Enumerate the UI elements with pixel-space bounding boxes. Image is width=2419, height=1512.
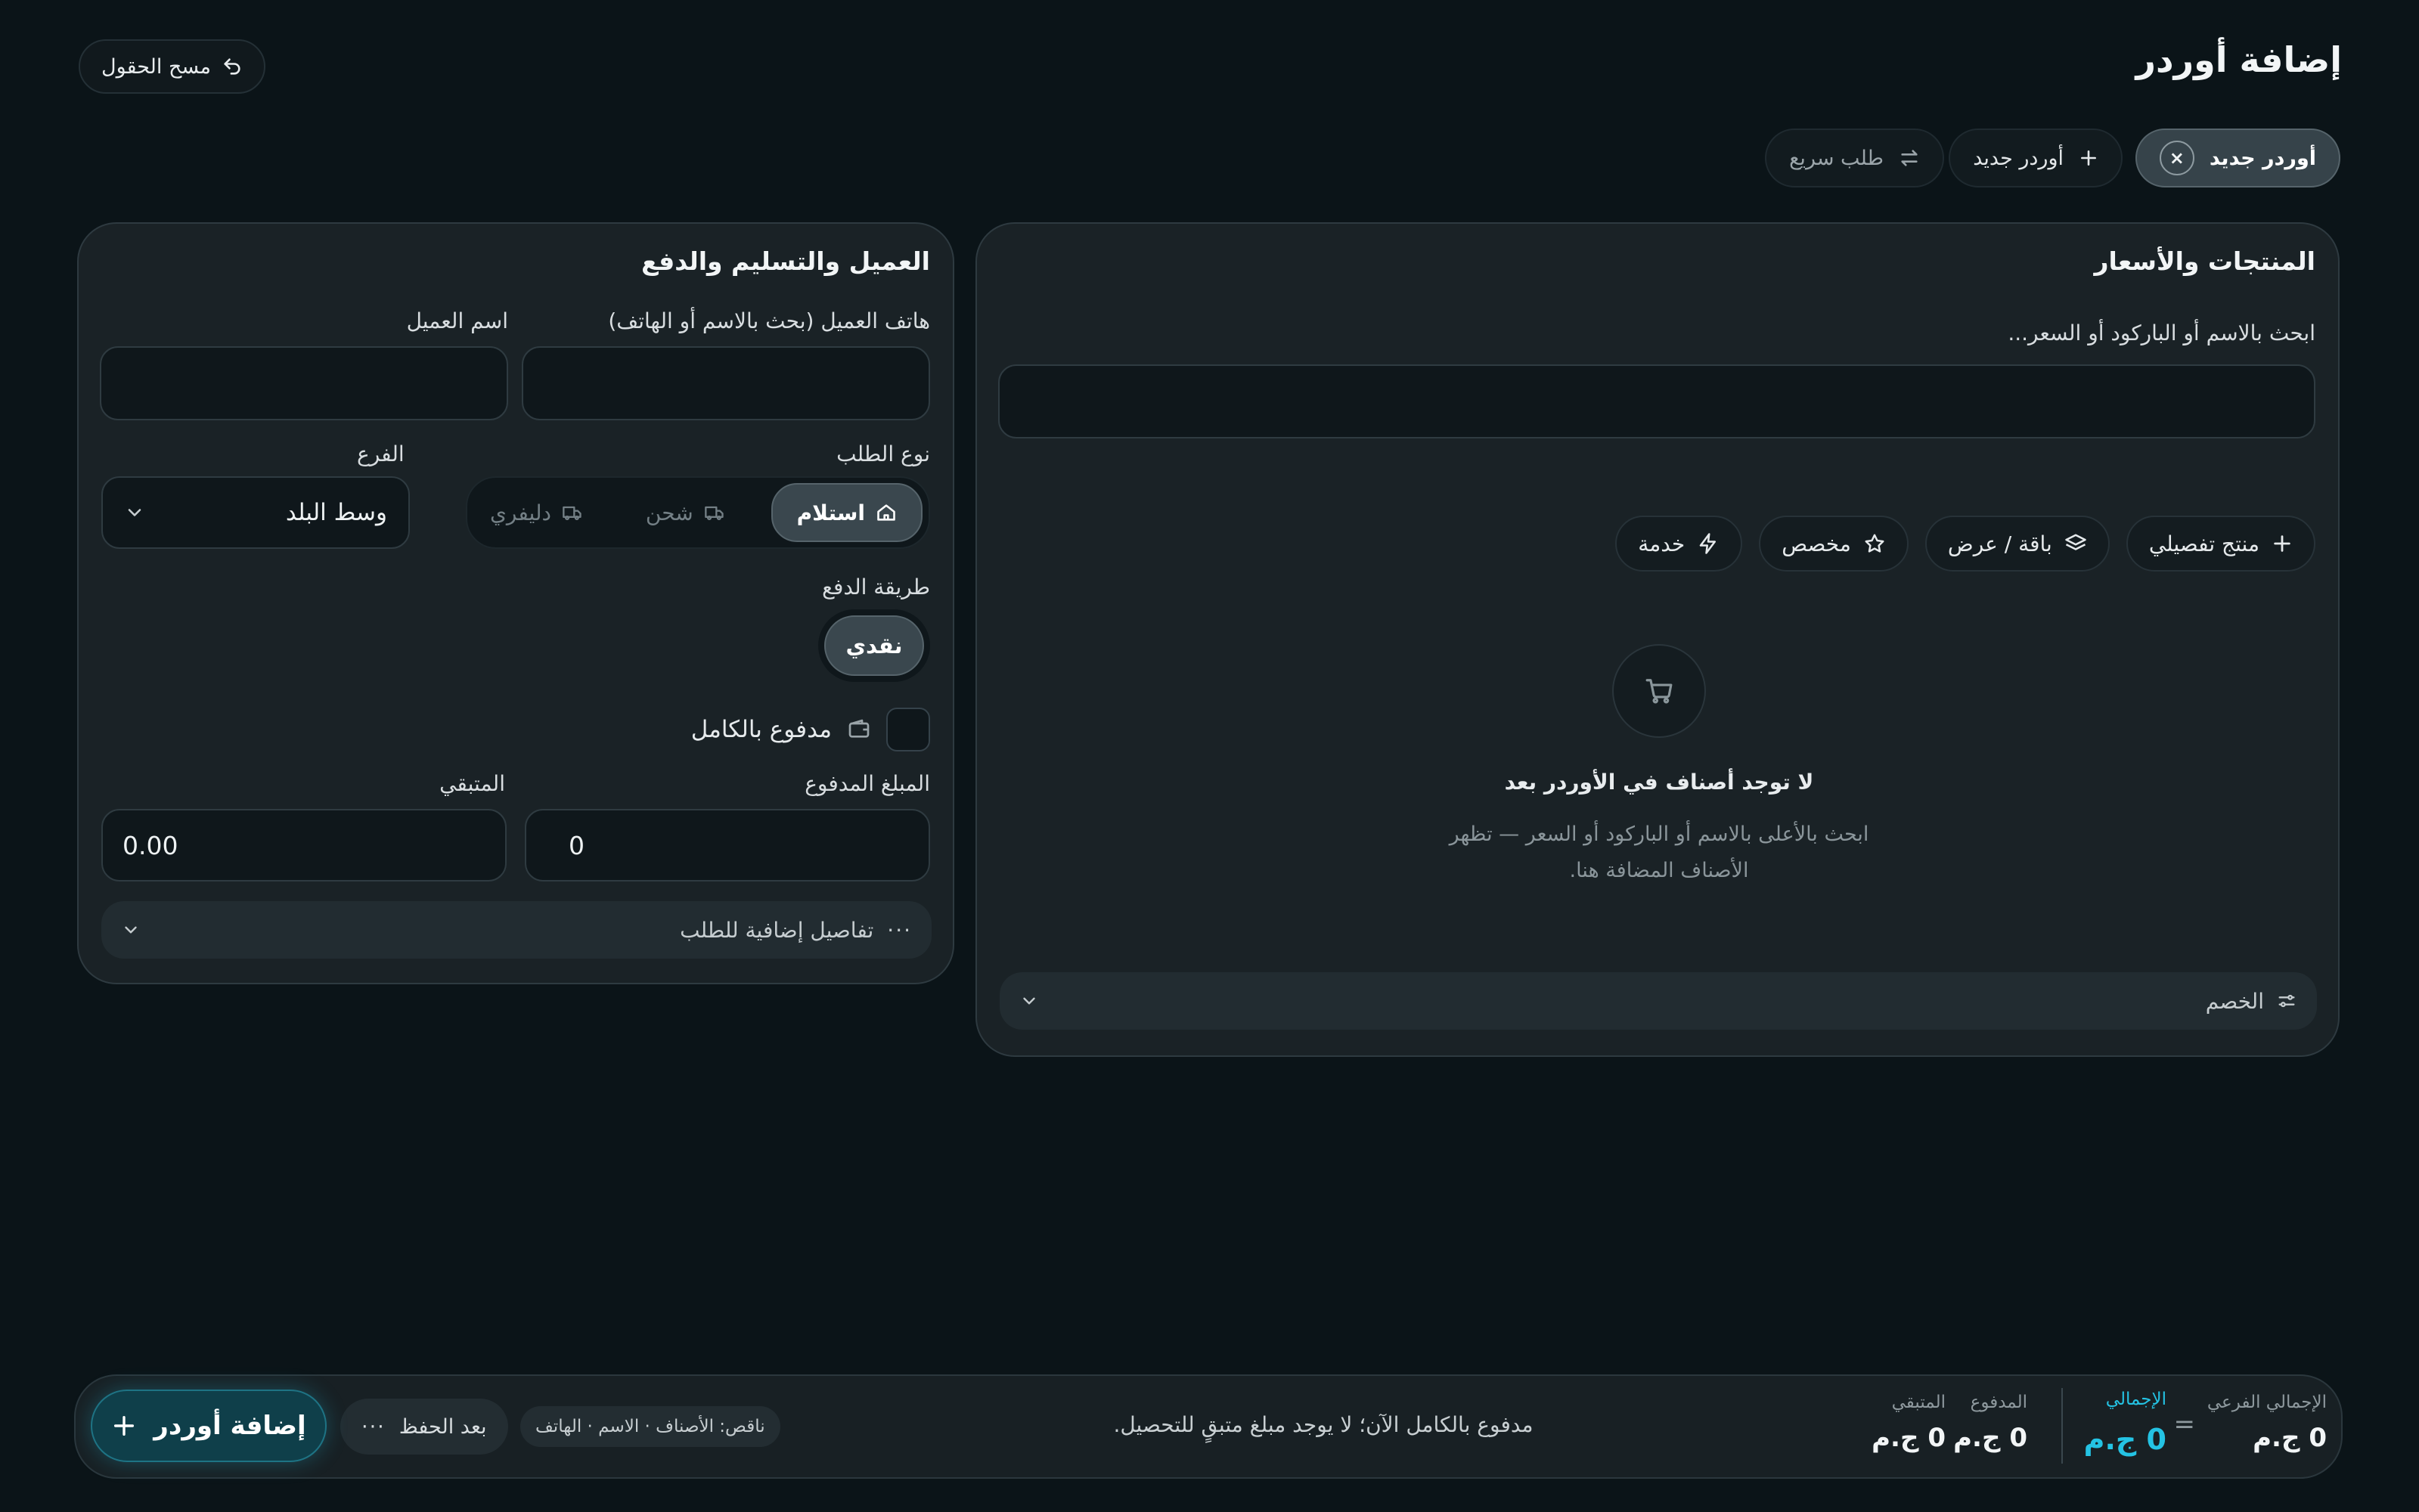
customer-name-field[interactable] xyxy=(100,346,508,420)
plus-icon xyxy=(2079,148,2098,168)
add-order-label: إضافة أوردر xyxy=(154,1411,306,1441)
tab-new-order[interactable]: أوردر جديد xyxy=(1949,129,2123,187)
discount-section-toggle[interactable]: الخصم xyxy=(1000,972,2317,1030)
undo-icon xyxy=(222,56,243,77)
service-button[interactable]: خدمة xyxy=(1615,516,1743,572)
order-type-label: نوع الطلب xyxy=(836,442,930,466)
service-label: خدمة xyxy=(1638,531,1686,556)
paid-amount-value[interactable]: 0 xyxy=(569,831,585,860)
products-title: المنتجات والأسعار xyxy=(2094,246,2315,276)
wallet-icon xyxy=(847,717,871,742)
chevron-down-icon xyxy=(121,920,141,940)
paid-full-checkbox[interactable] xyxy=(886,708,930,751)
plus-icon xyxy=(111,1413,137,1439)
subtotal-value: 0 ج.م xyxy=(2253,1423,2327,1453)
customer-name-input[interactable] xyxy=(101,348,507,419)
tab-label: طلب سريع xyxy=(1789,146,1884,170)
customer-phone-input[interactable] xyxy=(523,348,929,419)
empty-state-hint-2: الأصناف المضافة هنا. xyxy=(1569,859,1749,882)
customer-panel: العميل والتسليم والدفع هاتف العميل (بحث … xyxy=(77,222,954,984)
product-search-input[interactable] xyxy=(1000,366,2314,437)
extra-details-label: تفاصيل إضافية للطلب xyxy=(680,917,874,943)
extra-details-toggle[interactable]: تفاصيل إضافية للطلب ··· xyxy=(101,901,932,959)
more-icon: ··· xyxy=(361,1414,386,1439)
payment-method-segmented: نقدي xyxy=(818,609,930,682)
remaining-summary-value: 0 ج.م xyxy=(1872,1423,1946,1453)
product-search-field[interactable] xyxy=(998,364,2315,438)
extra-details-heading: تفاصيل إضافية للطلب ··· xyxy=(680,918,912,943)
custom-item-button[interactable]: مخصص xyxy=(1759,516,1909,572)
order-type-segmented: استلام شحن دليفري xyxy=(466,476,930,549)
detailed-product-button[interactable]: منتج تفصيلي xyxy=(2126,516,2315,572)
after-save-label: بعد الحفظ xyxy=(399,1414,487,1439)
discount-heading: الخصم xyxy=(2206,989,2297,1014)
swap-icon xyxy=(1899,147,1920,169)
order-type-shipping-label: شحن xyxy=(645,500,693,525)
discount-label: الخصم xyxy=(2205,988,2264,1014)
missing-fields-badge: ناقص: الأصناف · الاسم · الهاتف xyxy=(520,1406,780,1447)
payment-method-label: طريقة الدفع xyxy=(822,575,930,600)
customer-title: العميل والتسليم والدفع xyxy=(641,246,930,276)
sliders-icon xyxy=(2276,990,2297,1012)
plus-icon xyxy=(2272,533,2293,554)
tab-quick-order[interactable]: طلب سريع xyxy=(1765,129,1944,187)
truck-icon xyxy=(562,502,583,523)
more-icon: ··· xyxy=(887,917,912,943)
total-value: 0 ج.م xyxy=(2083,1423,2166,1456)
paid-value: 0 ج.م xyxy=(1953,1423,2027,1453)
bolt-icon xyxy=(1697,532,1720,555)
branch-select[interactable]: وسط البلد xyxy=(101,476,410,549)
payment-status-message: مدفوع بالكامل الآن؛ لا يوجد مبلغ متبقٍ ل… xyxy=(1113,1412,1534,1437)
search-label: ابحث بالاسم أو الباركود أو السعر... xyxy=(2008,321,2315,345)
star-icon xyxy=(1863,532,1886,555)
paid-label: المدفوع xyxy=(1970,1393,2027,1412)
payment-cash-option[interactable]: نقدي xyxy=(824,615,924,676)
custom-item-label: مخصص xyxy=(1782,531,1851,556)
name-label: اسم العميل xyxy=(406,308,508,333)
paid-amount-field[interactable]: 0 xyxy=(525,809,930,881)
order-type-shipping[interactable]: شحن xyxy=(635,483,736,542)
layers-icon xyxy=(2064,532,2087,555)
equals-sign: = xyxy=(2173,1409,2196,1439)
branch-value: وسط البلد xyxy=(285,499,387,526)
quick-add-buttons: منتج تفصيلي باقة / عرض مخصص خدمة xyxy=(1615,516,2315,572)
paid-full-label: مدفوع بالكامل xyxy=(690,716,832,743)
truck-icon xyxy=(704,502,725,523)
paid-amount-label: المبلغ المدفوع xyxy=(805,771,930,796)
phone-label: هاتف العميل (بحث بالاسم أو الهاتف) xyxy=(608,308,930,333)
close-icon[interactable]: × xyxy=(2159,141,2194,175)
after-save-button[interactable]: ··· بعد الحفظ xyxy=(340,1399,508,1455)
bundle-offer-label: باقة / عرض xyxy=(1947,531,2052,556)
clear-fields-label: مسح الحقول xyxy=(101,54,211,79)
empty-state-title: لا توجد أصناف في الأوردر بعد xyxy=(1504,770,1814,795)
tab-new-order-active[interactable]: أوردر جديد × xyxy=(2135,129,2340,187)
order-type-delivery-label: دليفري xyxy=(490,500,551,525)
home-icon xyxy=(876,502,897,523)
customer-phone-field[interactable] xyxy=(522,346,930,420)
remaining-label: المتبقي xyxy=(439,771,505,796)
bundle-offer-button[interactable]: باقة / عرض xyxy=(1924,516,2110,572)
detailed-product-label: منتج تفصيلي xyxy=(2148,531,2259,556)
add-order-button[interactable]: إضافة أوردر xyxy=(91,1390,327,1462)
clear-fields-button[interactable]: مسح الحقول xyxy=(79,39,265,94)
page-title: إضافة أوردر xyxy=(2135,39,2342,80)
paid-full-row: مدفوع بالكامل xyxy=(691,708,930,751)
summary-divider xyxy=(2061,1388,2063,1464)
order-type-pickup-label: استلام xyxy=(796,500,865,525)
order-type-pickup[interactable]: استلام xyxy=(771,483,923,542)
chevron-down-icon xyxy=(1019,991,1039,1011)
cart-icon xyxy=(1612,644,1706,738)
remaining-field: 0.00 xyxy=(101,809,507,881)
subtotal-label: الإجمالي الفرعي xyxy=(2207,1393,2327,1412)
order-type-delivery[interactable]: دليفري xyxy=(473,483,600,542)
branch-label: الفرع xyxy=(357,442,405,466)
empty-state-hint-1: ابحث بالأعلى بالاسم أو الباركود أو السعر… xyxy=(1449,823,1869,846)
total-label: الإجمالي xyxy=(2105,1390,2166,1409)
products-panel: المنتجات والأسعار ابحث بالاسم أو الباركو… xyxy=(975,222,2340,1057)
remaining-value: 0.00 xyxy=(123,830,178,860)
remaining-summary-label: المتبقي xyxy=(1891,1393,1946,1412)
chevron-down-icon xyxy=(124,502,145,523)
tab-label: أوردر جديد xyxy=(1973,146,2064,170)
tab-label: أوردر جديد xyxy=(2209,146,2316,170)
